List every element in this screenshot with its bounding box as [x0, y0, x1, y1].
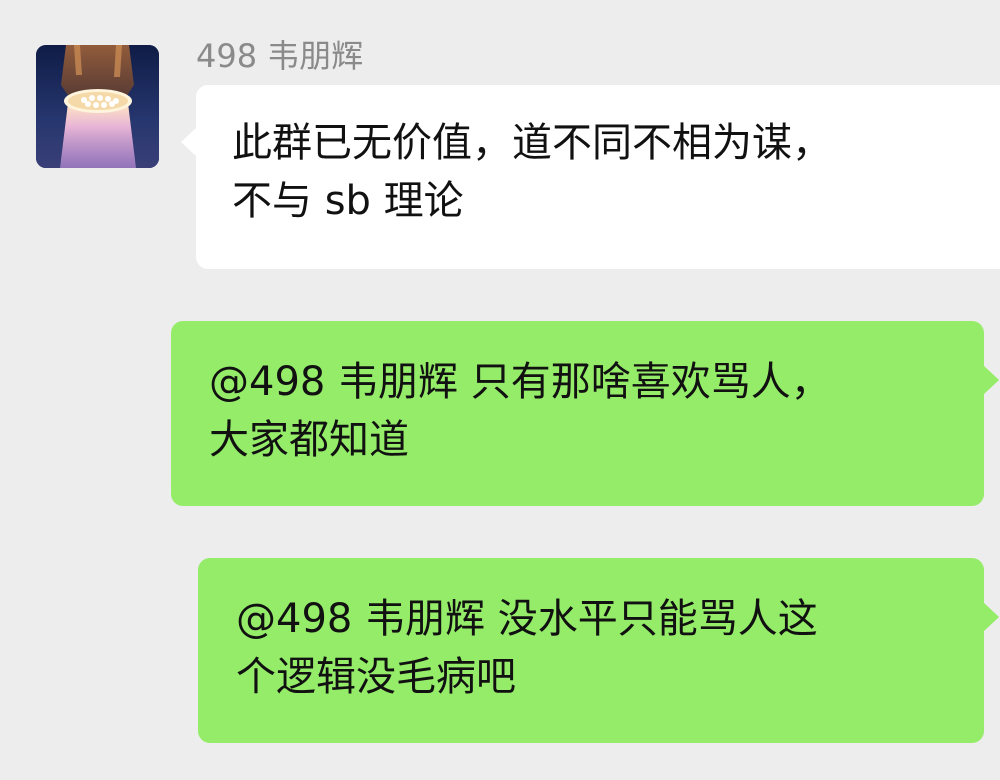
- incoming-message-bubble[interactable]: 此群已无价值，道不同不相为谋， 不与 sb 理论: [181, 85, 1000, 269]
- message-text-line: @498 韦朋辉 只有那啥喜欢骂人，: [209, 359, 831, 405]
- outgoing-message-bubble[interactable]: @498 韦朋辉 没水平只能骂人这 个逻辑没毛病吧: [198, 558, 999, 743]
- message-text-line: 个逻辑没毛病吧: [236, 654, 516, 700]
- rocket-launch-photo: [36, 45, 159, 168]
- message-text-line: 不与 sb 理论: [232, 178, 464, 224]
- message-text-line: 大家都知道: [209, 417, 409, 463]
- message-text-line: 此群已无价值，道不同不相为谋，: [232, 120, 832, 166]
- outgoing-message-bubble[interactable]: @498 韦朋辉 只有那啥喜欢骂人， 大家都知道: [171, 321, 999, 506]
- sender-avatar[interactable]: [36, 45, 159, 168]
- sender-name: 498 韦朋辉: [196, 37, 364, 75]
- message-text-line: @498 韦朋辉 没水平只能骂人这: [236, 596, 818, 642]
